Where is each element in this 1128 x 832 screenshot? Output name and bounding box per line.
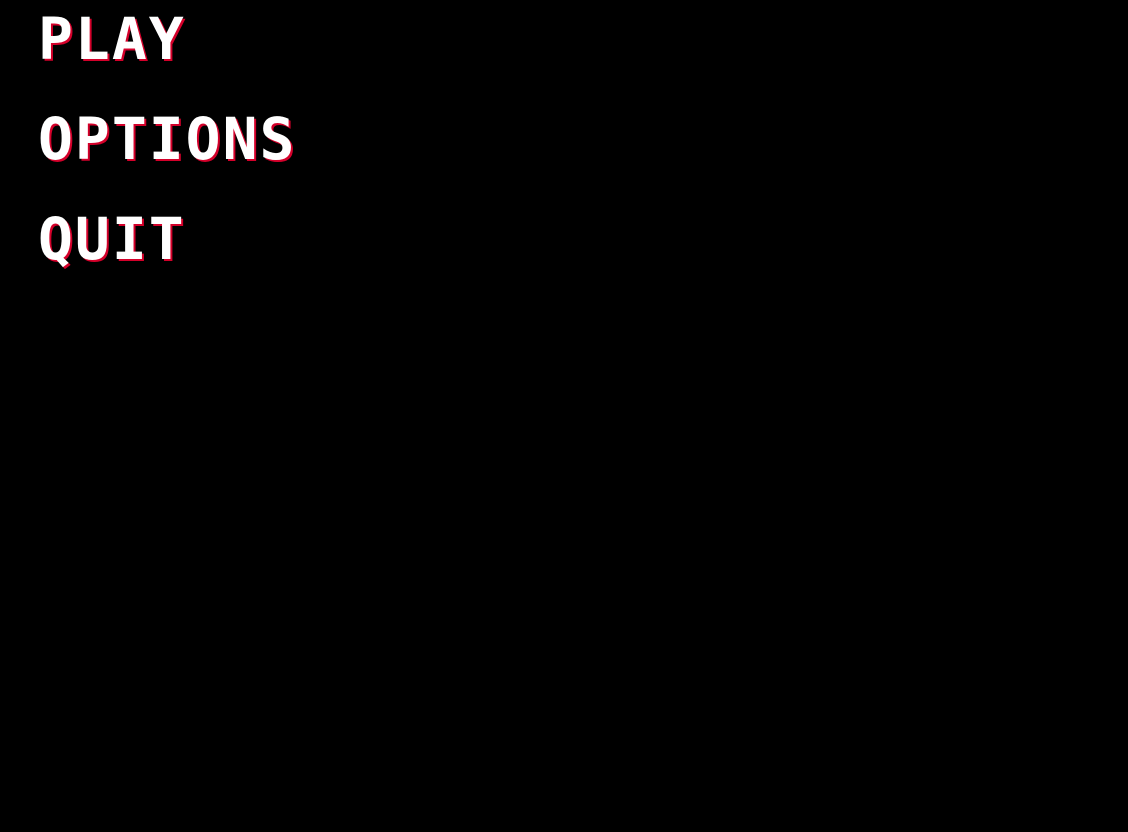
menu-item-quit[interactable]: QUIT xyxy=(38,210,186,268)
menu-item-options[interactable]: OPTIONS xyxy=(38,110,296,168)
menu-item-play[interactable]: PLAY xyxy=(38,10,186,68)
game-screen: PLAY OPTIONS QUIT xyxy=(0,0,1128,832)
